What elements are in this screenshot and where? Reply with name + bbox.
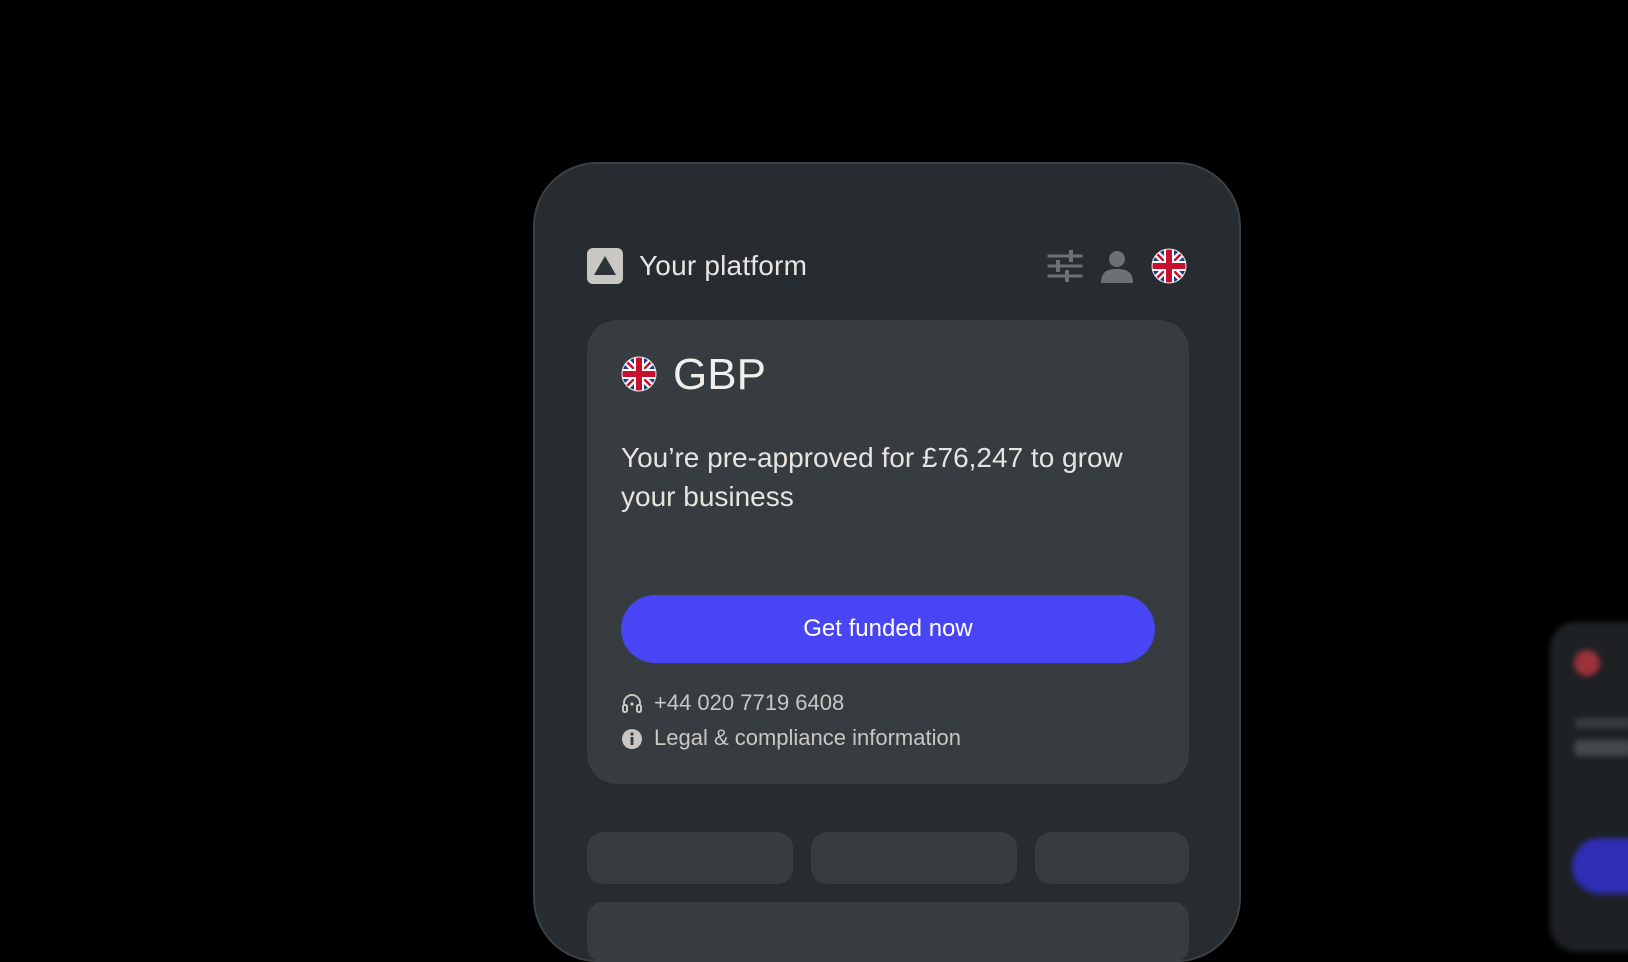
sliders-icon[interactable]	[1047, 248, 1083, 289]
funding-offer-card: GBP You’re pre-approved for £76,247 to g…	[587, 320, 1189, 784]
get-funded-button[interactable]: Get funded now	[621, 595, 1155, 663]
currency-code: GBP	[673, 350, 766, 399]
info-icon	[621, 728, 643, 756]
triangle-logo-icon	[587, 248, 623, 284]
app-title: Your platform	[639, 250, 808, 281]
placeholder-line	[1574, 740, 1628, 756]
background-card-preview	[1550, 622, 1628, 952]
placeholder-tile[interactable]	[811, 832, 1017, 884]
legal-link-text: Legal & compliance information	[654, 725, 961, 750]
uk-flag-icon[interactable]	[1151, 248, 1187, 289]
placeholder-tile[interactable]	[1035, 832, 1189, 884]
placeholder-tile[interactable]	[587, 832, 793, 884]
offer-text: You’re pre-approved for £76,247 to grow …	[621, 442, 1123, 512]
top-bar: Your platform	[587, 248, 1187, 288]
uk-flag-icon	[621, 356, 657, 397]
placeholder-line	[1574, 718, 1628, 728]
phone-number: +44 020 7719 6408	[654, 690, 845, 715]
phone-frame: Your platform GBP You’re pre-approved fo…	[533, 162, 1241, 962]
flag-icon	[1574, 650, 1600, 676]
user-icon[interactable]	[1099, 248, 1135, 289]
placeholder-button	[1572, 838, 1628, 894]
placeholder-tile-wide[interactable]	[587, 902, 1189, 962]
headset-icon	[621, 693, 643, 721]
